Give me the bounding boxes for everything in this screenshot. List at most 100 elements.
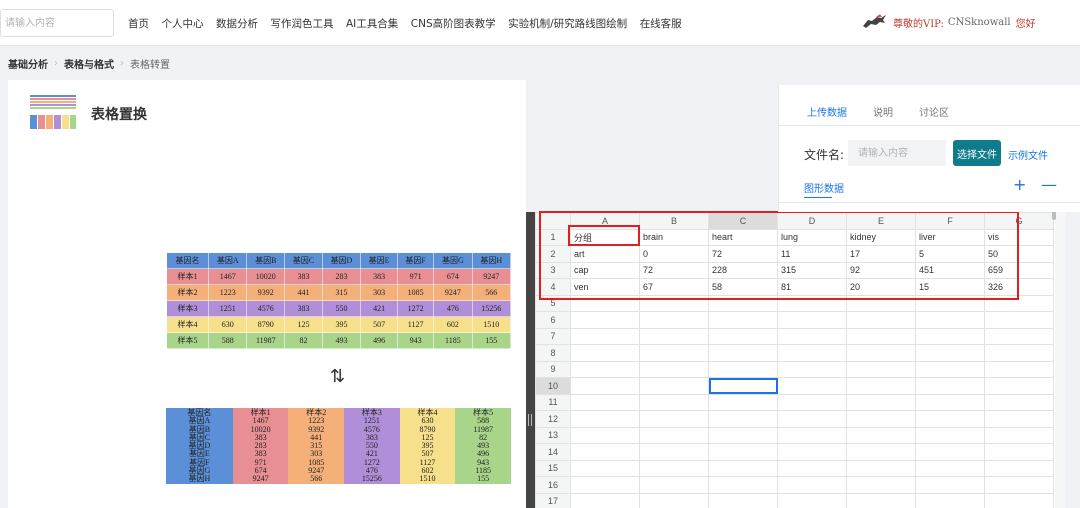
sheet-row-header[interactable]: 5 <box>535 294 571 312</box>
sheet-cell[interactable] <box>570 410 640 428</box>
sheet-row-header[interactable]: 12 <box>535 410 571 428</box>
search-input[interactable] <box>0 9 114 37</box>
sheet-row-header[interactable]: 10 <box>535 377 571 395</box>
sheet-cell[interactable]: kidney <box>846 228 916 246</box>
sheet-cell[interactable]: 50 <box>984 245 1054 263</box>
spreadsheet-grid[interactable]: ABCDEFG 1 分组 brain heart lung kidney liver vis 2… <box>535 212 1054 508</box>
sheet-row-header[interactable]: 11 <box>535 393 571 411</box>
sheet-cell[interactable] <box>639 410 709 428</box>
plus-icon[interactable]: + <box>1013 175 1026 194</box>
sheet-cell[interactable] <box>708 294 778 312</box>
sheet-cell[interactable] <box>984 344 1054 362</box>
sheet-cell[interactable] <box>777 443 847 461</box>
tab-1[interactable]: 说明 <box>873 104 893 119</box>
sheet-row-header[interactable]: 2 <box>535 245 571 263</box>
sheet-cell[interactable]: 81 <box>777 278 847 296</box>
sheet-cell[interactable] <box>915 393 985 411</box>
sheet-cell[interactable] <box>708 327 778 345</box>
sheet-cell[interactable] <box>915 492 985 508</box>
sheet-cell[interactable] <box>777 377 847 395</box>
sheet-cell[interactable] <box>846 294 916 312</box>
sheet-cell[interactable] <box>708 377 778 395</box>
sheet-cell[interactable]: 58 <box>708 278 778 296</box>
sheet-cell[interactable]: 326 <box>984 278 1054 296</box>
breadcrumb-level2[interactable]: 表格与格式 <box>64 56 114 71</box>
sheet-cell[interactable] <box>777 327 847 345</box>
sheet-row-header[interactable]: 15 <box>535 459 571 477</box>
sheet-cell[interactable] <box>915 410 985 428</box>
sheet-cell[interactable] <box>846 476 916 494</box>
sheet-cell[interactable] <box>639 327 709 345</box>
sheet-cell[interactable] <box>639 443 709 461</box>
sheet-cell[interactable] <box>639 492 709 508</box>
sheet-cell[interactable] <box>915 344 985 362</box>
sheet-cell[interactable]: ven <box>570 278 640 296</box>
sheet-cell[interactable] <box>984 311 1054 329</box>
sheet-cell[interactable]: 67 <box>639 278 709 296</box>
sheet-cell[interactable] <box>708 459 778 477</box>
sheet-row-header[interactable]: 9 <box>535 360 571 378</box>
nav-item-1[interactable]: 个人中心 <box>162 16 204 31</box>
sheet-cell[interactable] <box>708 426 778 444</box>
figure-data-tab[interactable]: 图形数据 <box>804 180 844 195</box>
sheet-cell[interactable] <box>984 426 1054 444</box>
sheet-cell[interactable] <box>915 426 985 444</box>
sheet-cell[interactable] <box>915 360 985 378</box>
sheet-cell[interactable]: 20 <box>846 278 916 296</box>
sheet-cell[interactable] <box>846 443 916 461</box>
sheet-cell[interactable] <box>570 311 640 329</box>
nav-item-3[interactable]: 写作润色工具 <box>271 16 334 31</box>
sheet-cell[interactable]: vis <box>984 228 1054 246</box>
sheet-row-header[interactable]: 1 <box>535 228 571 246</box>
sheet-cell[interactable] <box>639 459 709 477</box>
sheet-cell[interactable] <box>846 492 916 508</box>
sheet-cell[interactable] <box>708 476 778 494</box>
sheet-cell[interactable]: 92 <box>846 261 916 279</box>
sheet-cell[interactable]: lung <box>777 228 847 246</box>
sheet-cell[interactable] <box>984 377 1054 395</box>
nav-item-4[interactable]: AI工具合集 <box>346 16 398 31</box>
sheet-cell[interactable]: art <box>570 245 640 263</box>
sheet-cell[interactable] <box>777 426 847 444</box>
sheet-cell[interactable] <box>984 360 1054 378</box>
sheet-col-header[interactable]: D <box>777 212 847 230</box>
sheet-col-header[interactable]: G <box>984 212 1054 230</box>
sheet-cell[interactable] <box>570 476 640 494</box>
spreadsheet[interactable]: ABCDEFG 1 分组 brain heart lung kidney liver vis 2… <box>535 212 1055 508</box>
sheet-cell[interactable] <box>846 377 916 395</box>
sheet-cell[interactable] <box>708 360 778 378</box>
sheet-cell[interactable] <box>639 393 709 411</box>
sheet-cell[interactable] <box>777 360 847 378</box>
sheet-cell[interactable] <box>570 426 640 444</box>
sheet-cell[interactable]: brain <box>639 228 709 246</box>
sheet-col-header[interactable]: B <box>639 212 709 230</box>
sheet-cell[interactable] <box>777 492 847 508</box>
sheet-cell[interactable]: 15 <box>915 278 985 296</box>
sheet-cell[interactable] <box>570 327 640 345</box>
sheet-cell[interactable] <box>708 393 778 411</box>
sheet-row-header[interactable]: 16 <box>535 476 571 494</box>
sheet-cell[interactable] <box>570 492 640 508</box>
sheet-row-header[interactable]: 14 <box>535 443 571 461</box>
sheet-cell[interactable]: cap <box>570 261 640 279</box>
sheet-cell[interactable] <box>570 443 640 461</box>
sheet-cell[interactable] <box>984 459 1054 477</box>
sheet-cell[interactable] <box>984 476 1054 494</box>
sheet-cell[interactable] <box>777 459 847 477</box>
sheet-cell[interactable] <box>570 360 640 378</box>
sheet-cell[interactable] <box>777 294 847 312</box>
sheet-cell[interactable] <box>846 360 916 378</box>
choose-file-button[interactable]: 选择文件 <box>953 140 1001 166</box>
sheet-row-header[interactable]: 8 <box>535 344 571 362</box>
sheet-cell[interactable] <box>570 377 640 395</box>
sheet-cell[interactable]: 451 <box>915 261 985 279</box>
sheet-cell[interactable]: 659 <box>984 261 1054 279</box>
sheet-cell[interactable] <box>777 393 847 411</box>
sheet-cell[interactable]: 228 <box>708 261 778 279</box>
nav-item-5[interactable]: CNS高阶图表教学 <box>411 16 496 31</box>
sheet-cell[interactable] <box>984 410 1054 428</box>
breadcrumb-level1[interactable]: 基础分析 <box>8 56 48 71</box>
splitter-bar[interactable] <box>526 212 535 508</box>
sheet-col-header[interactable]: E <box>846 212 916 230</box>
sheet-cell[interactable]: liver <box>915 228 985 246</box>
